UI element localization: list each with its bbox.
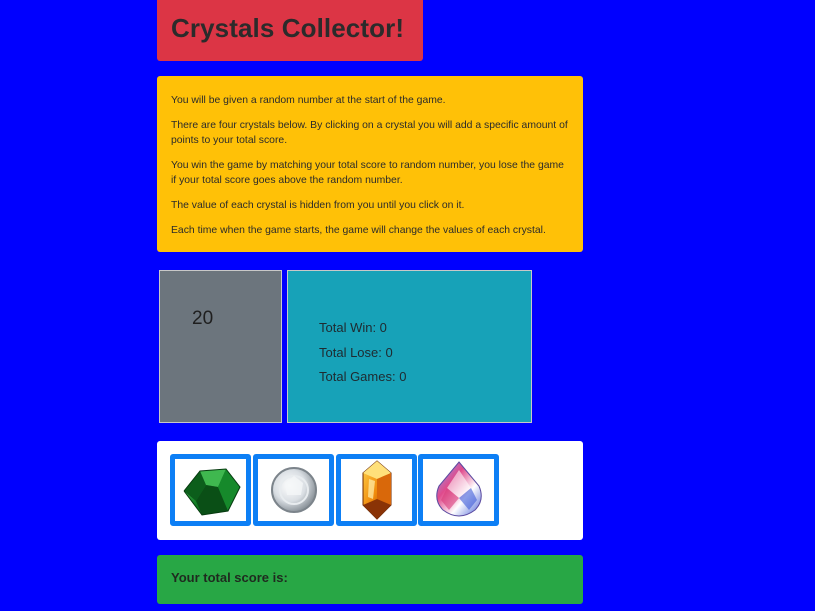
instruction-line: The value of each crystal is hidden from… — [171, 200, 465, 211]
crystal-button-4[interactable] — [418, 454, 499, 526]
title-banner: Crystals Collector! — [157, 0, 423, 61]
instruction-line: There are four crystals below. By clicki… — [171, 120, 568, 146]
total-wins: Total Win: 0 — [319, 320, 387, 335]
instruction-line: Each time when the game starts, the game… — [171, 225, 546, 236]
random-number: 20 — [192, 308, 214, 329]
crystal-button-2[interactable] — [253, 454, 334, 526]
instructions-panel: You will be given a random number at the… — [157, 76, 583, 252]
total-games: Total Games: 0 — [319, 369, 407, 384]
random-number-box: 20 — [159, 270, 282, 423]
green-emerald-crystal-icon — [183, 468, 241, 516]
total-score-label: Your total score is: — [171, 570, 288, 585]
crystal-button-1[interactable] — [170, 454, 251, 526]
white-diamond-crystal-icon — [270, 467, 317, 513]
page-title: Crystals Collector! — [171, 13, 405, 43]
stats-panel: Total Win: 0 Total Lose: 0 Total Games: … — [287, 270, 532, 423]
instruction-line: You will be given a random number at the… — [171, 95, 446, 106]
rainbow-teardrop-crystal-icon — [435, 461, 482, 517]
crystal-button-3[interactable] — [336, 454, 417, 526]
score-panel: Your total score is: — [157, 555, 583, 604]
amber-crystal-icon — [362, 460, 391, 520]
total-losses: Total Lose: 0 — [319, 344, 393, 360]
instruction-line: You win the game by matching your total … — [171, 160, 564, 186]
crystal-panel — [157, 441, 583, 540]
